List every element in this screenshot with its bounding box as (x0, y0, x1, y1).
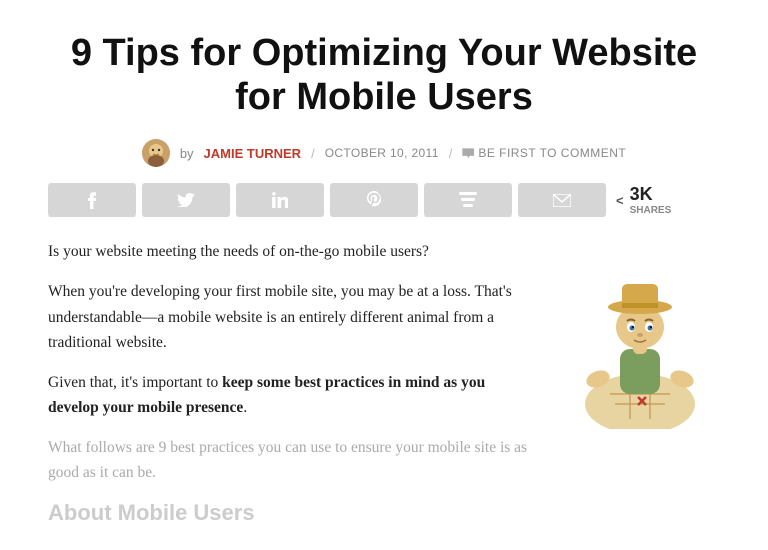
p3-before: Given that, it's important to (48, 374, 222, 391)
author-name[interactable]: JAMIE TURNER (204, 146, 302, 161)
share-row: < 3K SHARES (48, 183, 720, 217)
paragraph-4-faded: What follows are 9 best practices you ca… (48, 435, 536, 486)
comment-link[interactable]: BE FIRST TO COMMENT (462, 146, 626, 160)
illustration-area (560, 249, 720, 434)
comment-label: BE FIRST TO COMMENT (478, 146, 626, 160)
linkedin-share-button[interactable] (236, 183, 324, 217)
meta-sep-1: / (311, 146, 315, 161)
by-label: by (180, 146, 194, 161)
share-lt: < (616, 193, 624, 208)
paragraph-3: Given that, it's important to keep some … (48, 370, 536, 421)
share-count-label: SHARES (630, 205, 672, 216)
content-area: Is your website meeting the needs of on-… (48, 239, 720, 526)
comment-icon (462, 148, 474, 158)
share-count-area: < 3K SHARES (616, 184, 671, 216)
paragraph-2: When you're developing your first mobile… (48, 279, 536, 356)
meta-sep-2: / (449, 146, 453, 161)
section-heading: About Mobile Users (48, 500, 536, 526)
publish-date: OCTOBER 10, 2011 (325, 146, 439, 160)
p3-after: . (243, 399, 247, 416)
pinterest-share-button[interactable] (330, 183, 418, 217)
author-avatar (142, 139, 170, 167)
facebook-share-button[interactable] (48, 183, 136, 217)
buffer-share-button[interactable] (424, 183, 512, 217)
share-count-number: 3K (630, 184, 672, 205)
article-body: Is your website meeting the needs of on-… (48, 239, 536, 526)
article-page: 9 Tips for Optimizing Your Website for M… (0, 0, 768, 550)
meta-row: by JAMIE TURNER / OCTOBER 10, 2011 / BE … (48, 139, 720, 167)
paragraph-1: Is your website meeting the needs of on-… (48, 239, 536, 265)
email-share-button[interactable] (518, 183, 606, 217)
twitter-share-button[interactable] (142, 183, 230, 217)
article-title: 9 Tips for Optimizing Your Website for M… (48, 32, 720, 119)
